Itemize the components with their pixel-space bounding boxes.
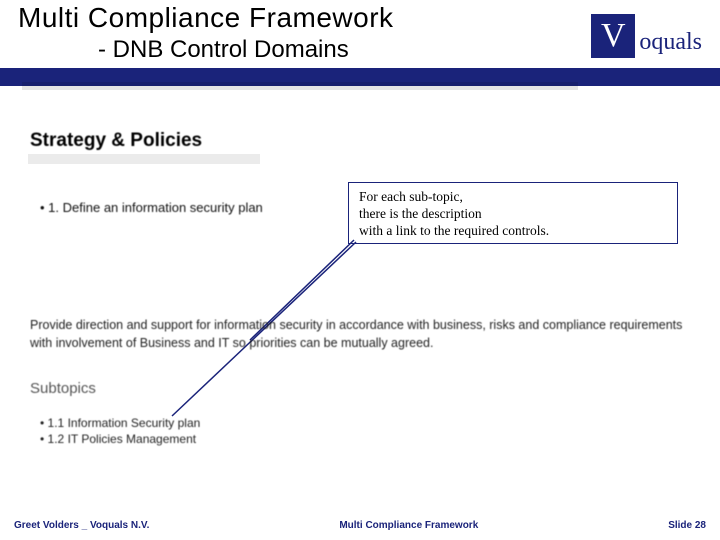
footer-slide-number: Slide 28 <box>668 520 706 531</box>
callout-line2: there is the description <box>359 206 667 223</box>
logo-word: oquals <box>639 29 702 56</box>
page-subtitle: - DNB Control Domains <box>98 36 349 64</box>
slide-footer: Greet Volders _ Voquals N.V. Multi Compl… <box>0 514 720 536</box>
section-heading: Strategy & Policies <box>30 130 202 152</box>
callout-box: For each sub-topic, there is the descrip… <box>348 182 678 244</box>
callout-line1: For each sub-topic, <box>359 189 667 206</box>
logo-box: V <box>591 14 635 58</box>
brand-logo: V oquals <box>591 14 702 58</box>
section-heading-shadow <box>28 154 260 164</box>
description-paragraph: Provide direction and support for inform… <box>30 316 690 352</box>
footer-author: Greet Volders _ Voquals N.V. <box>14 520 149 531</box>
page-title: Multi Compliance Framework <box>18 2 394 34</box>
footer-title: Multi Compliance Framework <box>149 520 668 531</box>
subtopic-2: 1.2 IT Policies Management <box>40 432 196 446</box>
callout-line3: with a link to the required controls. <box>359 223 667 240</box>
subtopic-1: 1.1 Information Security plan <box>40 416 200 430</box>
subtopics-heading: Subtopics <box>30 380 96 397</box>
topic-item-1: 1. Define an information security plan <box>40 200 263 215</box>
header-shadow <box>22 82 578 90</box>
